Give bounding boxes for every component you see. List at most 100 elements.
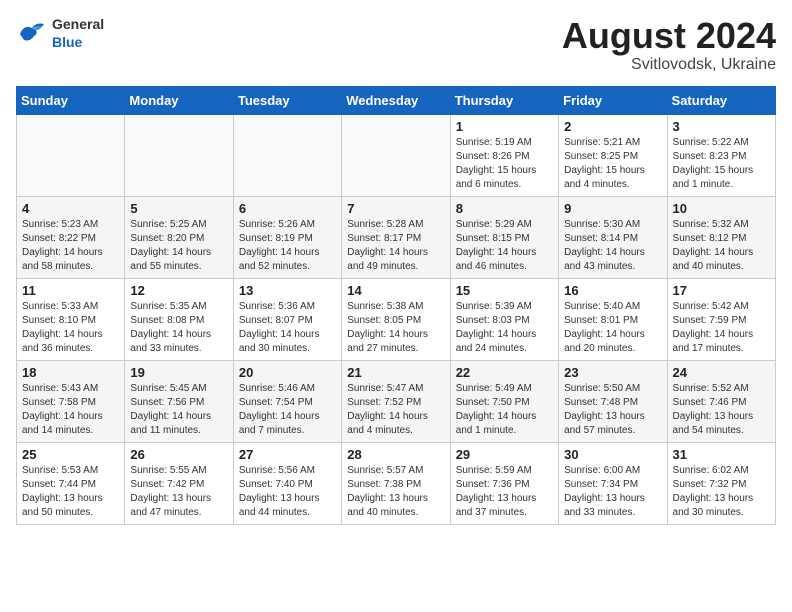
day-number: 5 <box>130 201 227 216</box>
day-number: 30 <box>564 447 661 462</box>
day-number: 14 <box>347 283 444 298</box>
day-number: 15 <box>456 283 553 298</box>
logo-blue: Blue <box>52 34 82 50</box>
logo-general: General <box>52 16 104 32</box>
day-info: Sunrise: 5:25 AMSunset: 8:20 PMDaylight:… <box>130 218 227 274</box>
calendar-cell: 29 Sunrise: 5:59 AMSunset: 7:36 PMDayligh… <box>450 442 558 524</box>
day-number: 1 <box>456 119 553 134</box>
day-number: 23 <box>564 365 661 380</box>
calendar-cell: 18 Sunrise: 5:43 AMSunset: 7:58 PMDayligh… <box>17 360 125 442</box>
calendar-cell <box>342 114 450 196</box>
day-number: 10 <box>673 201 770 216</box>
calendar-cell: 14 Sunrise: 5:38 AMSunset: 8:05 PMDayligh… <box>342 278 450 360</box>
calendar-week-row: 18 Sunrise: 5:43 AMSunset: 7:58 PMDayligh… <box>17 360 776 442</box>
day-info: Sunrise: 5:35 AMSunset: 8:08 PMDaylight:… <box>130 300 227 356</box>
day-info: Sunrise: 5:45 AMSunset: 7:56 PMDaylight:… <box>130 382 227 438</box>
day-number: 24 <box>673 365 770 380</box>
calendar-week-row: 1 Sunrise: 5:19 AMSunset: 8:26 PMDaylight… <box>17 114 776 196</box>
day-info: Sunrise: 5:56 AMSunset: 7:40 PMDaylight:… <box>239 464 336 520</box>
calendar-cell: 12 Sunrise: 5:35 AMSunset: 8:08 PMDayligh… <box>125 278 233 360</box>
day-info: Sunrise: 5:59 AMSunset: 7:36 PMDaylight:… <box>456 464 553 520</box>
day-number: 3 <box>673 119 770 134</box>
calendar-cell: 9Sunrise: 5:30 AMSunset: 8:14 PMDaylight… <box>559 196 667 278</box>
day-number: 26 <box>130 447 227 462</box>
day-info: Sunrise: 5:19 AMSunset: 8:26 PMDaylight:… <box>456 136 553 192</box>
weekday-header: Wednesday <box>342 86 450 114</box>
day-info: Sunrise: 5:50 AMSunset: 7:48 PMDaylight:… <box>564 382 661 438</box>
calendar-cell: 7 Sunrise: 5:28 AMSunset: 8:17 PMDaylight… <box>342 196 450 278</box>
day-info: Sunrise: 5:22 AMSunset: 8:23 PMDaylight:… <box>673 136 770 192</box>
day-number: 21 <box>347 365 444 380</box>
day-info: Sunrise: 6:02 AMSunset: 7:32 PMDaylight:… <box>673 464 770 520</box>
calendar-cell: 24Sunrise: 5:52 AMSunset: 7:46 PMDayligh… <box>667 360 775 442</box>
day-info: Sunrise: 5:30 AMSunset: 8:14 PMDaylight:… <box>564 218 661 274</box>
calendar-title: August 2024 <box>562 16 776 56</box>
calendar-cell <box>125 114 233 196</box>
day-info: Sunrise: 5:21 AMSunset: 8:25 PMDaylight:… <box>564 136 661 192</box>
calendar-subtitle: Svitlovodsk, Ukraine <box>562 56 776 74</box>
day-number: 18 <box>22 365 119 380</box>
calendar-cell: 11Sunrise: 5:33 AMSunset: 8:10 PMDayligh… <box>17 278 125 360</box>
calendar-cell: 28 Sunrise: 5:57 AMSunset: 7:38 PMDayligh… <box>342 442 450 524</box>
calendar-cell: 17Sunrise: 5:42 AMSunset: 7:59 PMDayligh… <box>667 278 775 360</box>
weekday-header: Thursday <box>450 86 558 114</box>
calendar-cell: 27 Sunrise: 5:56 AMSunset: 7:40 PMDayligh… <box>233 442 341 524</box>
day-info: Sunrise: 5:28 AMSunset: 8:17 PMDaylight:… <box>347 218 444 274</box>
calendar-table: SundayMondayTuesdayWednesdayThursdayFrid… <box>16 86 776 525</box>
logo-icon <box>16 20 48 48</box>
day-info: Sunrise: 5:32 AMSunset: 8:12 PMDaylight:… <box>673 218 770 274</box>
day-info: Sunrise: 5:43 AMSunset: 7:58 PMDaylight:… <box>22 382 119 438</box>
day-info: Sunrise: 5:38 AMSunset: 8:05 PMDaylight:… <box>347 300 444 356</box>
calendar-cell: 8Sunrise: 5:29 AMSunset: 8:15 PMDaylight… <box>450 196 558 278</box>
calendar-cell: 23 Sunrise: 5:50 AMSunset: 7:48 PMDayligh… <box>559 360 667 442</box>
calendar-cell: 22 Sunrise: 5:49 AMSunset: 7:50 PMDayligh… <box>450 360 558 442</box>
calendar-cell: 3 Sunrise: 5:22 AMSunset: 8:23 PMDaylight… <box>667 114 775 196</box>
day-number: 20 <box>239 365 336 380</box>
day-number: 2 <box>564 119 661 134</box>
day-info: Sunrise: 5:53 AMSunset: 7:44 PMDaylight:… <box>22 464 119 520</box>
day-number: 12 <box>130 283 227 298</box>
day-number: 28 <box>347 447 444 462</box>
page-header: General Blue August 2024 Svitlovodsk, Uk… <box>16 16 776 74</box>
day-number: 6 <box>239 201 336 216</box>
calendar-cell: 20 Sunrise: 5:46 AMSunset: 7:54 PMDayligh… <box>233 360 341 442</box>
calendar-cell <box>233 114 341 196</box>
calendar-week-row: 11Sunrise: 5:33 AMSunset: 8:10 PMDayligh… <box>17 278 776 360</box>
day-info: Sunrise: 5:26 AMSunset: 8:19 PMDaylight:… <box>239 218 336 274</box>
day-number: 4 <box>22 201 119 216</box>
calendar-cell: 2 Sunrise: 5:21 AMSunset: 8:25 PMDaylight… <box>559 114 667 196</box>
calendar-cell: 15 Sunrise: 5:39 AMSunset: 8:03 PMDayligh… <box>450 278 558 360</box>
day-info: Sunrise: 5:36 AMSunset: 8:07 PMDaylight:… <box>239 300 336 356</box>
weekday-header: Friday <box>559 86 667 114</box>
day-number: 7 <box>347 201 444 216</box>
day-number: 16 <box>564 283 661 298</box>
calendar-cell: 26 Sunrise: 5:55 AMSunset: 7:42 PMDayligh… <box>125 442 233 524</box>
weekday-header-row: SundayMondayTuesdayWednesdayThursdayFrid… <box>17 86 776 114</box>
calendar-cell: 31 Sunrise: 6:02 AMSunset: 7:32 PMDayligh… <box>667 442 775 524</box>
day-info: Sunrise: 5:39 AMSunset: 8:03 PMDaylight:… <box>456 300 553 356</box>
day-info: Sunrise: 5:55 AMSunset: 7:42 PMDaylight:… <box>130 464 227 520</box>
day-number: 29 <box>456 447 553 462</box>
day-info: Sunrise: 5:46 AMSunset: 7:54 PMDaylight:… <box>239 382 336 438</box>
weekday-header: Saturday <box>667 86 775 114</box>
day-number: 17 <box>673 283 770 298</box>
day-info: Sunrise: 6:00 AMSunset: 7:34 PMDaylight:… <box>564 464 661 520</box>
title-block: August 2024 Svitlovodsk, Ukraine <box>562 16 776 74</box>
weekday-header: Sunday <box>17 86 125 114</box>
day-number: 27 <box>239 447 336 462</box>
calendar-cell: 13Sunrise: 5:36 AMSunset: 8:07 PMDayligh… <box>233 278 341 360</box>
day-info: Sunrise: 5:57 AMSunset: 7:38 PMDaylight:… <box>347 464 444 520</box>
day-number: 22 <box>456 365 553 380</box>
calendar-cell: 30 Sunrise: 6:00 AMSunset: 7:34 PMDayligh… <box>559 442 667 524</box>
weekday-header: Tuesday <box>233 86 341 114</box>
calendar-week-row: 4 Sunrise: 5:23 AMSunset: 8:22 PMDaylight… <box>17 196 776 278</box>
calendar-week-row: 25Sunrise: 5:53 AMSunset: 7:44 PMDayligh… <box>17 442 776 524</box>
day-number: 11 <box>22 283 119 298</box>
day-number: 19 <box>130 365 227 380</box>
day-info: Sunrise: 5:49 AMSunset: 7:50 PMDaylight:… <box>456 382 553 438</box>
calendar-cell: 6 Sunrise: 5:26 AMSunset: 8:19 PMDaylight… <box>233 196 341 278</box>
day-info: Sunrise: 5:23 AMSunset: 8:22 PMDaylight:… <box>22 218 119 274</box>
day-info: Sunrise: 5:47 AMSunset: 7:52 PMDaylight:… <box>347 382 444 438</box>
day-number: 31 <box>673 447 770 462</box>
weekday-header: Monday <box>125 86 233 114</box>
